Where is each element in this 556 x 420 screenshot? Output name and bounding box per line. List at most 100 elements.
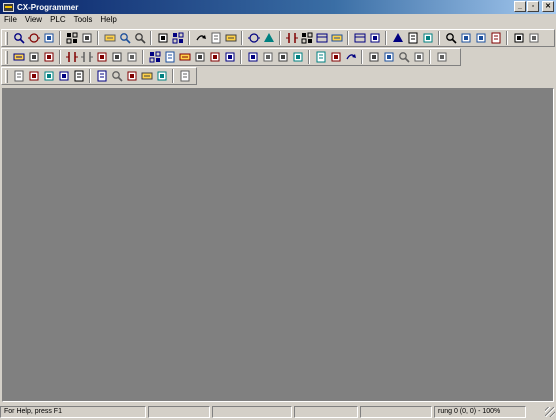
data-trace-icon[interactable] [109,69,124,84]
status-bar: For Help, press F1 rung 0 (0, 0) - 100% [0,403,556,420]
program-icon[interactable] [443,31,458,46]
menu-tools[interactable]: Tools [70,14,97,26]
instruction-icon[interactable] [290,50,305,65]
mode-icon[interactable] [405,31,420,46]
restore-icon[interactable]: ▫ [527,1,539,12]
toolbar-view [1,67,197,85]
horizontal-line-icon[interactable] [245,50,260,65]
transfer-to-plc-icon[interactable] [314,31,329,46]
force-on-icon[interactable] [511,31,526,46]
coil-icon[interactable] [260,50,275,65]
change-value-icon[interactable] [381,50,396,65]
toolbar-grip[interactable] [5,31,8,45]
compare-icon[interactable] [390,31,405,46]
io-table-icon[interactable] [154,69,169,84]
menu-plc[interactable]: PLC [46,14,70,26]
print-icon[interactable] [64,31,79,46]
paste-icon[interactable] [132,31,147,46]
run-icon[interactable] [352,31,367,46]
transfer-from-plc-icon[interactable] [329,31,344,46]
toolbar-separator [240,50,242,64]
status-panel-3 [212,405,292,418]
replace-icon[interactable] [208,31,223,46]
toolbar-separator [89,69,91,83]
list-icon[interactable] [94,50,109,65]
contact-or-nc-icon[interactable] [207,50,222,65]
find-icon[interactable] [193,31,208,46]
toolbar-separator [97,31,99,45]
workspace-area[interactable] [2,88,554,402]
toolbar-separator [429,50,431,64]
output-window-icon[interactable] [26,69,41,84]
minimize-icon[interactable]: _ [514,1,526,12]
window-controls: _ ▫ ✕ [514,1,554,12]
coil-nc-icon[interactable] [275,50,290,65]
hex-display-icon[interactable] [177,69,192,84]
new-icon[interactable] [11,31,26,46]
copy-icon[interactable] [117,31,132,46]
close-icon[interactable]: ✕ [542,1,554,12]
address-ref-icon[interactable] [56,69,71,84]
end-edit-icon[interactable] [343,50,358,65]
toolbar-separator [59,50,61,64]
zoom-out-icon[interactable] [41,50,56,65]
zoom-icon[interactable] [11,50,26,65]
cycle-time-icon[interactable] [434,50,449,65]
set-value-icon[interactable] [366,50,381,65]
time-chart-icon[interactable] [124,69,139,84]
contact-nc-icon[interactable] [177,50,192,65]
online-edit-icon[interactable] [313,50,328,65]
menu-help[interactable]: Help [96,14,120,26]
monitor-icon[interactable] [299,31,314,46]
toolbar-separator [142,50,144,64]
forced-status-icon[interactable] [411,50,426,65]
differentiate-icon[interactable] [396,50,411,65]
toolbar-separator [172,69,174,83]
contact-icon[interactable] [162,50,177,65]
run-mode-icon[interactable] [488,31,503,46]
window-title: CX-Programmer [17,2,79,12]
watch-window-icon[interactable] [41,69,56,84]
toolbar-grip[interactable] [5,50,8,64]
cut-icon[interactable] [102,31,117,46]
online-icon[interactable] [284,31,299,46]
toolbar-standard [1,29,555,47]
context-help-icon[interactable] [261,31,276,46]
app-icon[interactable] [3,2,14,12]
menu-file[interactable]: File [0,14,21,26]
undo-icon[interactable] [155,31,170,46]
goto-icon[interactable] [223,31,238,46]
debug-icon[interactable] [458,31,473,46]
status-position: rung 0 (0, 0) - 100% [434,405,526,418]
toolbar-separator [150,31,152,45]
memory-icon[interactable] [139,69,154,84]
rung-icon[interactable] [109,50,124,65]
redo-icon[interactable] [170,31,185,46]
print-preview-icon[interactable] [79,31,94,46]
open-icon[interactable] [26,31,41,46]
project-workspace-icon[interactable] [11,69,26,84]
resize-grip[interactable] [545,406,555,417]
vertical-line-icon[interactable] [222,50,237,65]
monitor-mode-icon[interactable] [473,31,488,46]
select-icon[interactable] [147,50,162,65]
contact-or-icon[interactable] [192,50,207,65]
pause-icon[interactable] [367,31,382,46]
grid-icon[interactable] [64,50,79,65]
table-icon[interactable] [124,50,139,65]
about-icon[interactable] [246,31,261,46]
cancel-edit-icon[interactable] [328,50,343,65]
title-bar[interactable]: CX-Programmer _ ▫ ✕ [0,0,556,14]
save-icon[interactable] [41,31,56,46]
force-off-icon[interactable] [526,31,541,46]
zoom-in-icon[interactable] [26,50,41,65]
status-help: For Help, press F1 [0,405,146,418]
toolbar-grip[interactable] [5,69,8,83]
status-panel-5 [360,405,432,418]
menu-view[interactable]: View [21,14,46,26]
cross-ref-icon[interactable] [94,69,109,84]
properties-icon[interactable] [71,69,86,84]
change-icon[interactable] [420,31,435,46]
toolbar-separator [308,50,310,64]
show-comments-icon[interactable] [79,50,94,65]
